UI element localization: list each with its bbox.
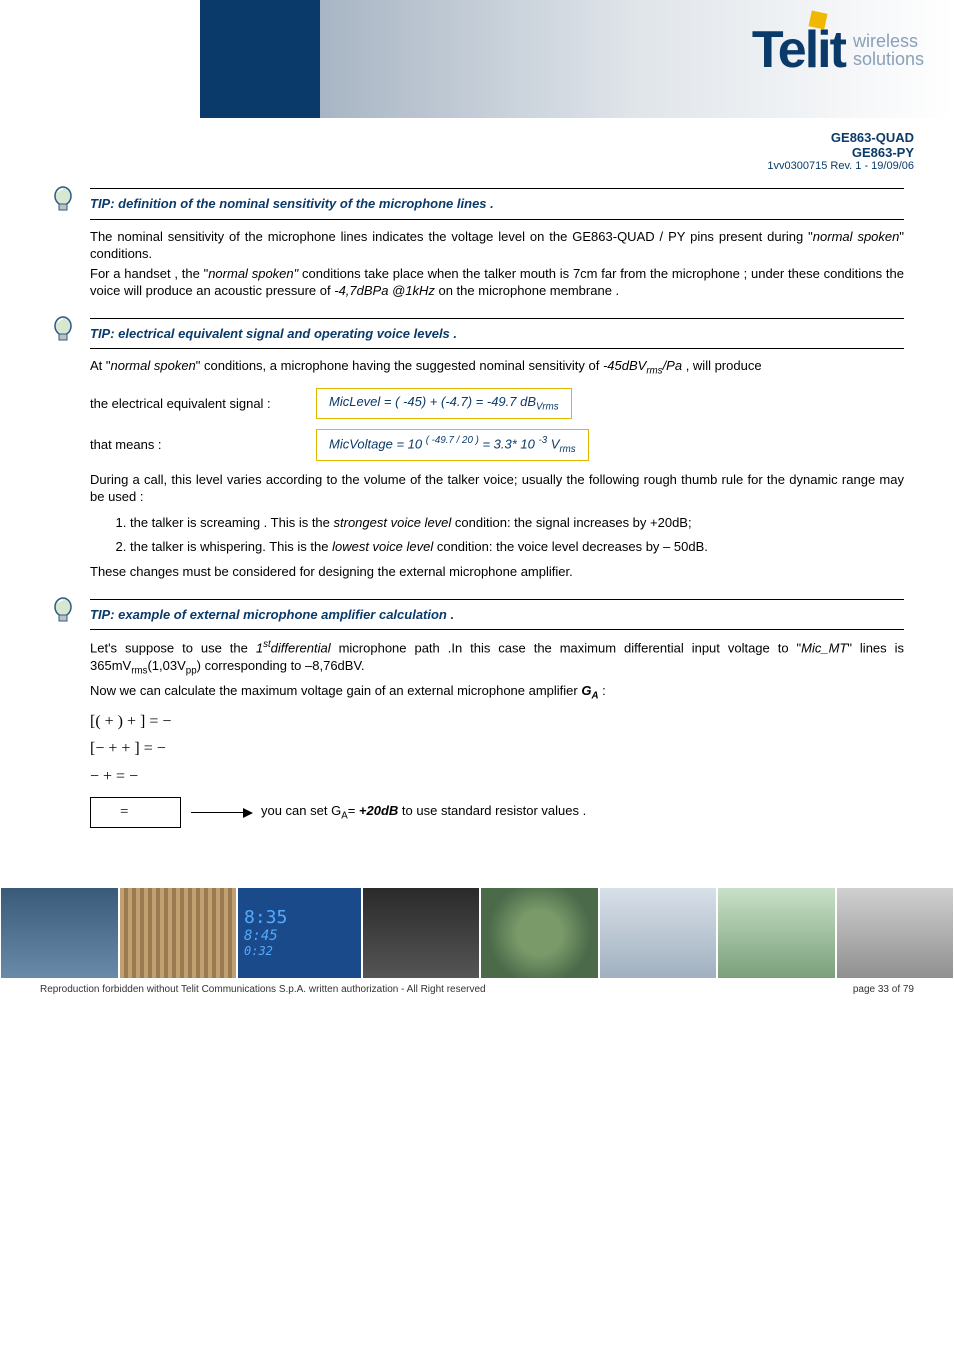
tip-2: TIP: electrical equivalent signal and op…: [90, 318, 904, 350]
logo-brand: Telit: [752, 21, 845, 79]
logo: Telit wireless solutions: [752, 20, 924, 80]
footer-left: Reproduction forbidden without Telit Com…: [40, 984, 486, 995]
footer-img-2: [120, 888, 237, 978]
formula-1-box: MicLevel = ( -45) + (-4.7) = -49.7 dBVrm…: [316, 388, 572, 419]
header-band: Telit wireless solutions: [0, 0, 954, 120]
voice-level-list: the talker is screaming . This is the st…: [110, 514, 904, 555]
para-5: These changes must be considered for des…: [90, 563, 904, 581]
list-item-1: the talker is screaming . This is the st…: [130, 514, 904, 532]
equation-2: [− + + ] = −: [90, 738, 904, 760]
lightbulb-icon: [52, 186, 74, 214]
formula-1-label: the electrical equivalent signal :: [90, 395, 310, 413]
header-blue-block: [200, 0, 320, 118]
footer-img-4: [363, 888, 480, 978]
lightbulb-icon: [52, 316, 74, 344]
formula-2-box: MicVoltage = 10 ( -49.7 / 20 ) = 3.3* 10…: [316, 429, 589, 461]
para-3: At "normal spoken" conditions, a microph…: [90, 357, 904, 378]
equation-3: − + = −: [90, 766, 904, 788]
doc-header: GE863-QUAD GE863-PY 1vv0300715 Rev. 1 - …: [0, 120, 954, 180]
equation-result: you can set GA= +20dB to use standard re…: [261, 802, 586, 823]
footer-img-5: [481, 888, 598, 978]
footer-image-strip: 8:35 8:45 0:32: [0, 888, 954, 978]
formula-2-label: that means :: [90, 436, 310, 454]
model-1: GE863-QUAD: [40, 130, 914, 145]
tip-1-title: TIP: definition of the nominal sensitivi…: [90, 193, 904, 215]
tip-2-title: TIP: electrical equivalent signal and op…: [90, 323, 904, 345]
logo-sub2: solutions: [853, 50, 924, 68]
para-6: Let's suppose to use the 1stdifferential…: [90, 638, 904, 678]
footer-text: Reproduction forbidden without Telit Com…: [0, 978, 954, 1015]
footer-right: page 33 of 79: [853, 984, 914, 995]
equation-final: = you can set GA= +20dB to use standard …: [90, 797, 904, 827]
footer-img-6: [600, 888, 717, 978]
equation-final-box: =: [90, 797, 181, 827]
equation-1: [( + ) + ] = −: [90, 711, 904, 733]
tip-1: TIP: definition of the nominal sensitivi…: [90, 188, 904, 220]
footer-img-3: 8:35 8:45 0:32: [238, 888, 361, 978]
footer-img-1: [1, 888, 118, 978]
content: TIP: definition of the nominal sensitivi…: [0, 188, 954, 828]
formula-1: the electrical equivalent signal : MicLe…: [90, 388, 904, 419]
model-2: GE863-PY: [40, 145, 914, 160]
logo-subtitle: wireless solutions: [853, 32, 924, 68]
logo-sub1: wireless: [853, 32, 924, 50]
list-item-2: the talker is whispering. This is the lo…: [130, 538, 904, 556]
para-7: Now we can calculate the maximum voltage…: [90, 682, 904, 703]
para-1: The nominal sensitivity of the microphon…: [90, 228, 904, 263]
lightbulb-icon: [52, 597, 74, 625]
formula-2: that means : MicVoltage = 10 ( -49.7 / 2…: [90, 429, 904, 461]
tip-3: TIP: example of external microphone ampl…: [90, 599, 904, 631]
para-2: For a handset , the "normal spoken" cond…: [90, 265, 904, 300]
para-4: During a call, this level varies accordi…: [90, 471, 904, 506]
tip-3-title: TIP: example of external microphone ampl…: [90, 604, 904, 626]
doc-rev: 1vv0300715 Rev. 1 - 19/09/06: [40, 160, 914, 172]
footer-img-7: [718, 888, 835, 978]
arrow-icon: [191, 812, 251, 813]
logo-accent: [808, 11, 827, 30]
footer-img-8: [837, 888, 954, 978]
